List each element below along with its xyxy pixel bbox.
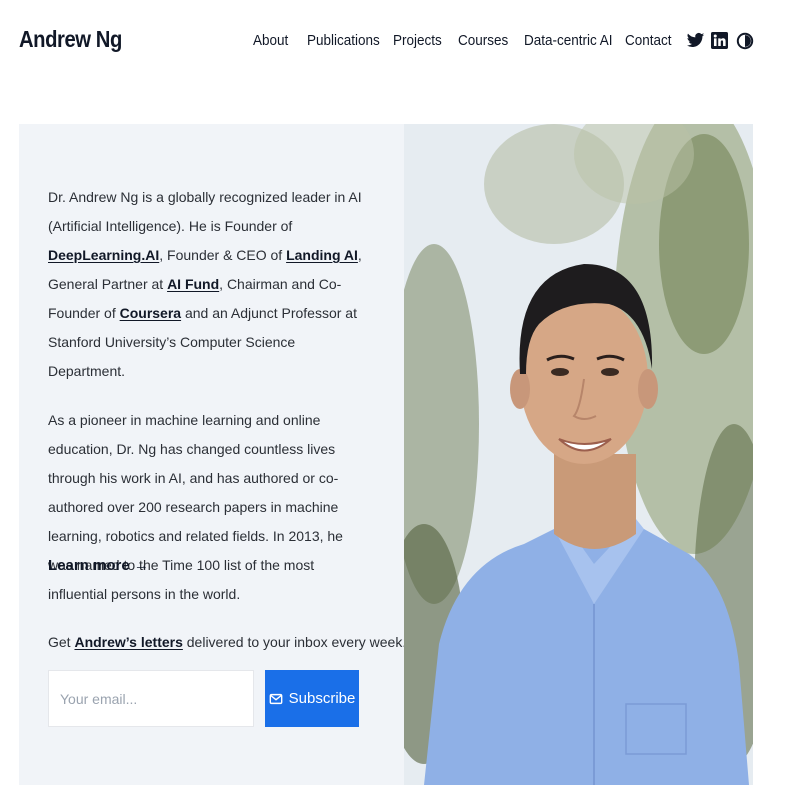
subscribe-label: Subscribe xyxy=(288,690,356,707)
nav-data-centric-ai[interactable]: Data-centric AI xyxy=(524,32,613,49)
theme-toggle-icon[interactable] xyxy=(736,31,756,51)
newsletter-text: Get Andrew’s letters delivered to your i… xyxy=(48,634,406,650)
nav-projects[interactable]: Projects xyxy=(393,32,442,49)
bio-text-segment: Dr. Andrew Ng is a globally recognized l… xyxy=(48,189,362,234)
portrait-illustration xyxy=(404,124,753,785)
link-deeplearning-ai[interactable]: DeepLearning.AI xyxy=(48,247,159,263)
bio-paragraph-2: As a pioneer in machine learning and onl… xyxy=(48,412,343,602)
site-logo[interactable]: Andrew Ng xyxy=(19,26,122,53)
nav-about[interactable]: About xyxy=(253,32,288,49)
nav-publications[interactable]: Publications xyxy=(307,32,380,49)
newsletter-prefix: Get xyxy=(48,634,75,650)
link-landing-ai[interactable]: Landing AI xyxy=(286,247,358,263)
site-header: Andrew Ng About Publications Projects Co… xyxy=(0,0,800,84)
link-coursera[interactable]: Coursera xyxy=(120,305,181,321)
nav-contact[interactable]: Contact xyxy=(625,32,672,49)
mail-icon xyxy=(269,693,283,704)
twitter-icon[interactable] xyxy=(686,31,706,51)
letters-link[interactable]: Andrew’s letters xyxy=(74,634,182,650)
newsletter-suffix: delivered to your inbox every week. xyxy=(182,634,407,650)
bio-paragraph-1: Dr. Andrew Ng is a globally recognized l… xyxy=(48,183,364,386)
learn-more-link[interactable]: Learn more → xyxy=(48,557,149,574)
link-ai-fund[interactable]: AI Fund xyxy=(167,276,219,292)
email-input[interactable] xyxy=(48,670,254,727)
subscribe-button[interactable]: Subscribe xyxy=(265,670,359,727)
nav-courses[interactable]: Courses xyxy=(458,32,508,49)
linkedin-icon[interactable] xyxy=(711,31,731,51)
portrait-photo xyxy=(404,124,753,785)
bio-text-segment: , Founder & CEO of xyxy=(159,247,287,263)
